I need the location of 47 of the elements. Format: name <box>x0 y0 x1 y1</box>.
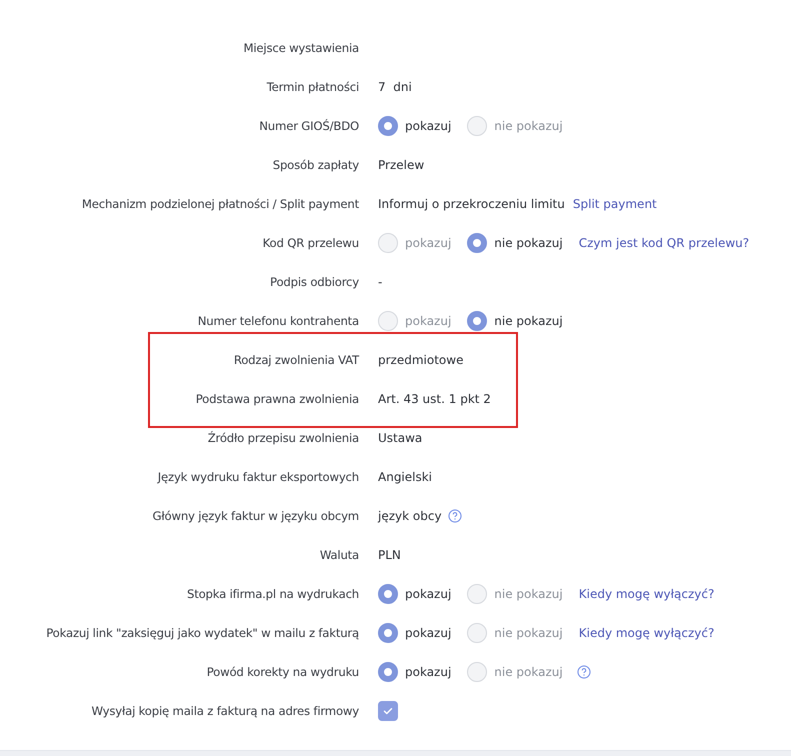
radio-button[interactable] <box>467 232 488 252</box>
field-label: Rodzaj zwolnienia VAT <box>232 352 359 366</box>
radio-label[interactable]: pokazuj <box>405 586 452 600</box>
radio-button[interactable] <box>378 622 398 642</box>
radio-label[interactable]: pokazuj <box>405 664 452 678</box>
checkbox[interactable] <box>378 700 398 720</box>
field-label: Miejsce wystawienia <box>242 40 359 54</box>
field-label: Numer GIOŚ/BDO <box>258 118 359 132</box>
field-label: Waluta <box>318 548 359 562</box>
radio-button[interactable] <box>467 310 488 330</box>
help-icon[interactable] <box>448 508 462 522</box>
radio-label[interactable]: nie pokazuj <box>494 236 563 250</box>
help-link[interactable]: Kiedy mogę wyłączyć? <box>578 626 714 640</box>
field-value: Angielski <box>378 470 432 484</box>
field-label: Podstawa prawna zwolnienia <box>194 392 359 406</box>
field-label: Język wydruku faktur eksportowych <box>156 470 359 484</box>
field-value: język obcy <box>378 508 442 522</box>
field-value: Ustawa <box>378 430 422 444</box>
field-value: PLN <box>378 548 401 562</box>
help-link[interactable]: Kiedy mogę wyłączyć? <box>578 586 714 600</box>
radio-button[interactable] <box>378 662 398 682</box>
help-icon[interactable] <box>576 664 591 678</box>
field-label: Wysyłaj kopię maila z fakturą na adres firmowy <box>90 704 359 718</box>
field-label: Główny język faktur w języku obcym <box>152 508 359 522</box>
radio-button[interactable] <box>378 116 398 136</box>
field-label: Podpis odbiorcy <box>269 274 359 288</box>
field-value: 7 dni <box>378 80 412 94</box>
field-label: Numer telefonu kontrahenta <box>196 314 359 328</box>
field-value: - <box>378 274 382 288</box>
radio-label[interactable]: nie pokazuj <box>494 314 563 328</box>
field-label: Źródło przepisu zwolnienia <box>206 430 359 444</box>
help-link[interactable]: Czym jest kod QR przelewu? <box>578 236 750 250</box>
field-label: Pokazuj link "zaksięguj jako wydatek" w mailu z fakturą <box>45 626 359 640</box>
field-value: Art. 43 ust. 1 pkt 2 <box>378 392 491 406</box>
radio-button[interactable] <box>378 584 398 604</box>
field-label: Powód korekty na wydruku <box>206 664 359 678</box>
field-label: Mechanizm podzielonej płatności / Split payment <box>80 196 359 210</box>
field-value: Przelew <box>378 158 424 172</box>
field-label: Termin płatności <box>266 80 359 94</box>
field-value: przedmiotowe <box>378 352 464 366</box>
field-label: Stopka ifirma.pl na wydrukach <box>186 586 359 600</box>
field-value: Informuj o przekroczeniu limitu <box>378 196 565 210</box>
help-link[interactable]: Split payment <box>572 196 657 210</box>
field-label: Kod QR przelewu <box>262 236 359 250</box>
radio-label[interactable]: pokazuj <box>405 626 452 640</box>
field-label: Sposób zapłaty <box>272 158 359 172</box>
radio-label[interactable]: pokazuj <box>405 118 452 132</box>
